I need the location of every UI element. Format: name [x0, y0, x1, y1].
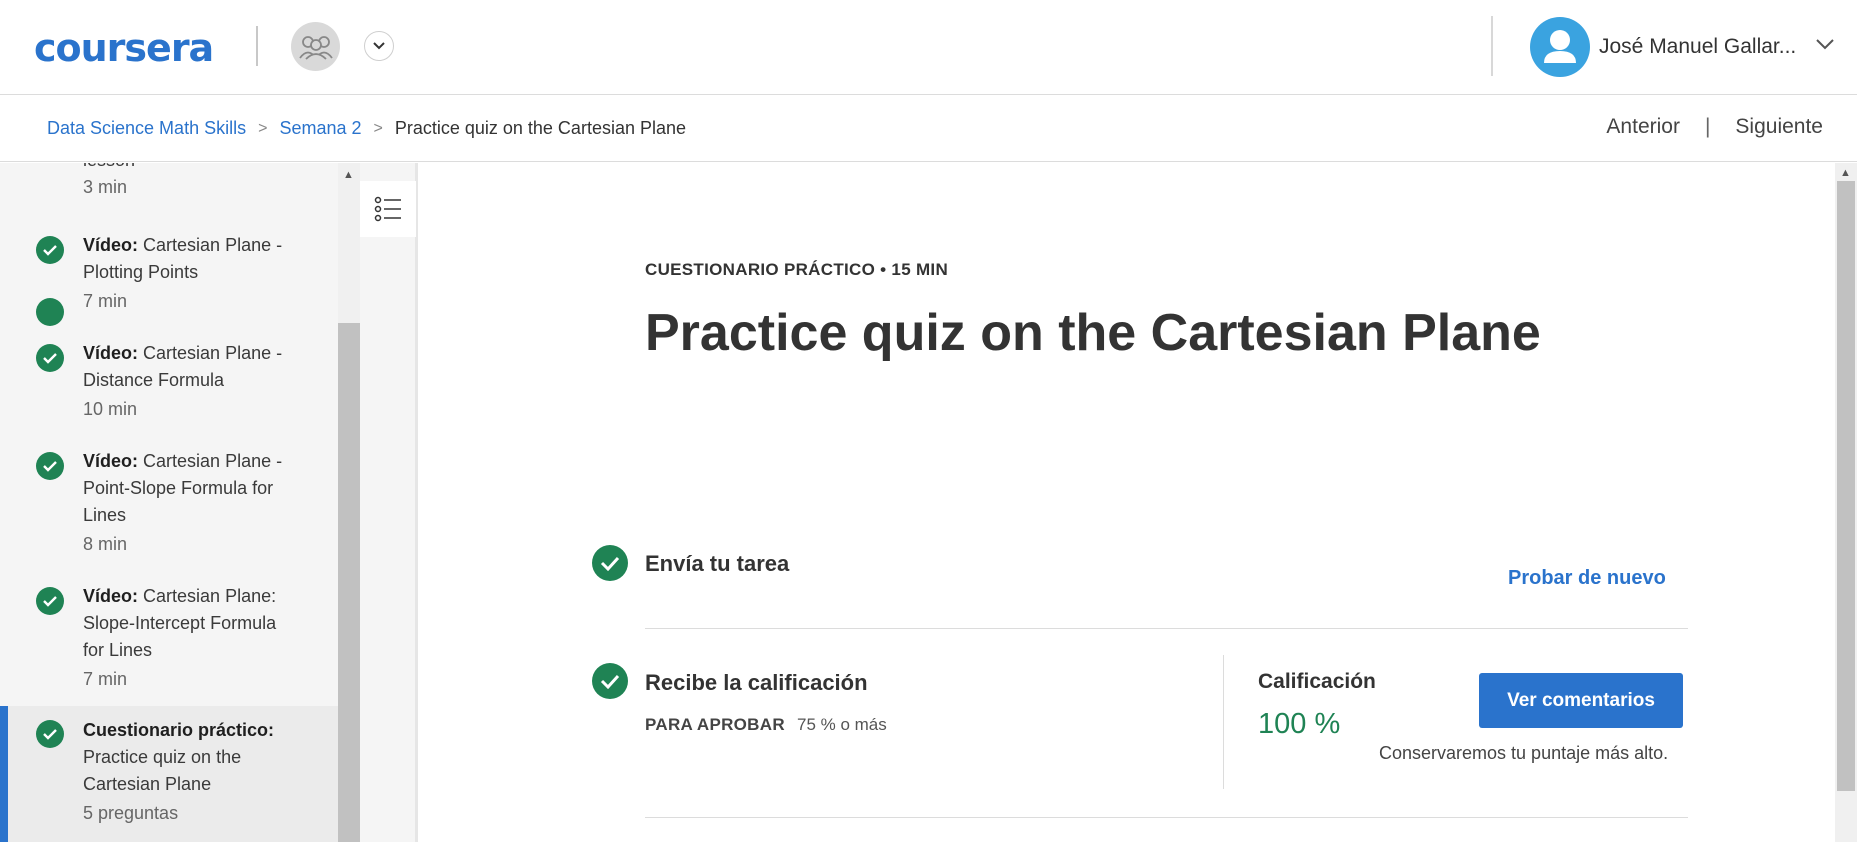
next-link[interactable]: Siguiente [1735, 115, 1823, 139]
sidebar-item-title: Vídeo: Cartesian Plane: Slope-Intercept … [83, 586, 277, 660]
grade-check-icon [592, 663, 628, 699]
check-icon [36, 452, 64, 480]
outline-toggle-button[interactable] [360, 181, 416, 237]
chevron-down-icon [373, 42, 385, 50]
main-content [421, 163, 1835, 842]
team-icon[interactable] [291, 22, 340, 71]
sidebar-item-duration: 8 min [83, 534, 128, 554]
divider [645, 817, 1688, 818]
breadcrumb: Data Science Math Skills > Semana 2 > Pr… [47, 118, 686, 139]
main-scrollbar-thumb[interactable] [1837, 181, 1855, 791]
sidebar-item-duration: 10 min [83, 399, 138, 419]
sidebar-item-title: Vídeo: Cartesian Plane - Distance Formul… [83, 343, 283, 390]
user-menu-chevron-down-icon[interactable] [1816, 37, 1834, 55]
user-name[interactable]: José Manuel Gallar... [1599, 35, 1796, 59]
grade-divider [1223, 655, 1224, 789]
pass-value: 75 % o más [797, 715, 887, 734]
breadcrumb-bar: Data Science Math Skills > Semana 2 > Pr… [0, 95, 1857, 162]
sidebar-item-duration: 3 min [83, 177, 128, 197]
nav-divider: | [1704, 115, 1711, 138]
sidebar-item-video[interactable]: Vídeo: Cartesian Plane: Slope-Intercept … [0, 579, 338, 709]
check-icon [36, 236, 64, 264]
check-icon [36, 720, 64, 748]
page-title: Practice quiz on the Cartesian Plane [645, 304, 1541, 362]
sidebar-item-title: Vídeo: Cartesian Plane - Point-Slope For… [83, 451, 283, 525]
grade-label: Calificación [1258, 670, 1376, 693]
outline-column [360, 163, 418, 842]
scroll-up-icon[interactable]: ▲ [343, 169, 354, 181]
sidebar-item-video[interactable]: Vídeo: Cartesian Plane - Distance Formul… [0, 336, 338, 436]
sidebar-item-partial[interactable]: lesson 3 min [0, 163, 338, 217]
grade-step-title: Recibe la calificación [645, 670, 868, 695]
sidebar-item-title: Vídeo: Cartesian Plane - Plotting Points [83, 235, 283, 282]
divider [645, 628, 1688, 629]
item-kicker: CUESTIONARIO PRÁCTICO • 15 MIN [645, 260, 949, 279]
previous-link[interactable]: Anterior [1606, 115, 1680, 139]
active-indicator [0, 706, 8, 842]
sidebar-item-title: Cuestionario práctico: Practice quiz on t… [83, 720, 275, 794]
main-scrollbar[interactable]: ▲ [1835, 163, 1857, 842]
sidebar-item-duration: 7 min [83, 291, 128, 311]
submit-step-title: Envía tu tarea [645, 551, 790, 576]
pass-label: PARA APROBAR [645, 715, 785, 734]
breadcrumb-current: Practice quiz on the Cartesian Plane [394, 118, 687, 138]
breadcrumb-course-link[interactable]: Data Science Math Skills [47, 118, 246, 139]
sidebar-scrollbar-thumb[interactable] [338, 323, 360, 842]
sidebar-scrollbar[interactable]: ▲ [338, 163, 360, 842]
top-header: coursera José Manuel Gallar... [0, 0, 1857, 95]
highest-score-note: Conservaremos tu puntaje más alto. [1379, 743, 1669, 763]
retry-link[interactable]: Probar de nuevo [1508, 567, 1666, 590]
list-icon [374, 196, 401, 222]
breadcrumb-separator: > [373, 119, 383, 137]
breadcrumb-separator: > [258, 119, 268, 137]
sidebar-item-duration: 7 min [83, 669, 128, 689]
sidebar-item-title: lesson [83, 163, 298, 174]
sidebar-item-quiz-active[interactable]: Cuestionario práctico: Practice quiz on t… [0, 706, 338, 842]
sidebar-item-duration: 5 preguntas [83, 803, 179, 823]
sidebar-item-video[interactable]: Vídeo: Cartesian Plane - Point-Slope For… [0, 444, 338, 574]
header-divider [1491, 16, 1493, 76]
sidebar-item-video[interactable]: Vídeo: Cartesian Plane - Plotting Points… [0, 228, 338, 328]
breadcrumb-week-link[interactable]: Semana 2 [279, 118, 361, 139]
team-dropdown-button[interactable] [364, 31, 394, 61]
check-icon [36, 344, 64, 372]
grade-value: 100 % [1258, 708, 1341, 740]
view-feedback-button[interactable]: Ver comentarios [1479, 673, 1683, 728]
item-navigation: Anterior | Siguiente [1606, 115, 1823, 139]
logo-divider [256, 26, 258, 66]
scroll-up-icon[interactable]: ▲ [1840, 167, 1851, 179]
user-avatar-icon[interactable] [1530, 17, 1590, 77]
submit-check-icon [592, 545, 628, 581]
check-icon [36, 587, 64, 615]
coursera-logo[interactable]: coursera [34, 26, 214, 70]
